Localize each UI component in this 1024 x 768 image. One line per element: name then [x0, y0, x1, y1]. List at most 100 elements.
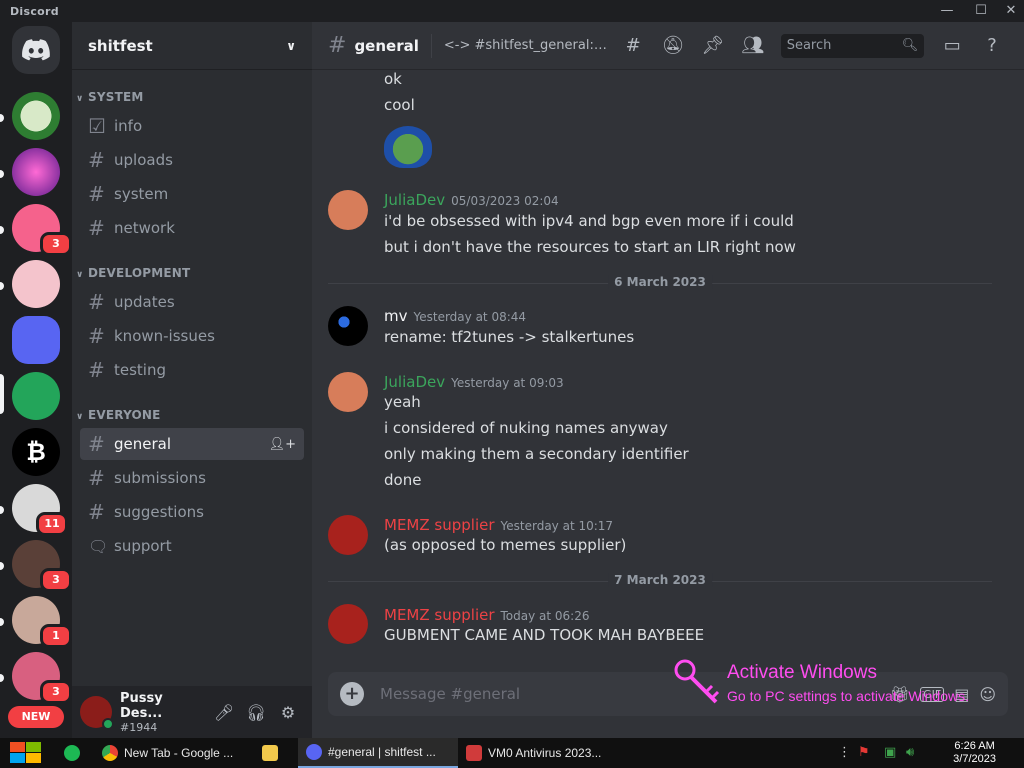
server-5[interactable]	[12, 316, 60, 364]
hash-icon: #	[328, 33, 347, 58]
chevron-down-icon: ∨	[76, 94, 84, 104]
message-header: mv Yesterday at 08:44	[384, 306, 526, 325]
channel-name: general	[354, 36, 419, 55]
avatar[interactable]	[328, 604, 368, 644]
author-name[interactable]: JuliaDev	[384, 373, 445, 391]
chevron-down-icon: ∨	[76, 412, 84, 422]
channel-network[interactable]: # network	[80, 212, 304, 244]
channel-updates[interactable]: # updates	[80, 286, 304, 318]
channel-support[interactable]: 🗨︎ support	[80, 530, 304, 562]
create-invite-icon[interactable]: 👤︎+	[269, 437, 296, 452]
avatar[interactable]	[328, 515, 368, 555]
taskbar-chrome[interactable]: New Tab - Google ...	[94, 738, 254, 768]
channel-submissions[interactable]: # submissions	[80, 462, 304, 494]
user-info[interactable]: Pussy Des... #1944	[120, 691, 208, 734]
server-4[interactable]	[12, 260, 60, 308]
user-tag: #1944	[120, 720, 158, 734]
inbox-icon[interactable]: ▭	[932, 35, 972, 56]
message-line: i'd be obsessed with ipv4 and bgp even m…	[384, 212, 794, 230]
chrome-icon	[102, 745, 118, 761]
message-line: yeah	[384, 393, 421, 411]
pin-icon[interactable]: 📌︎	[693, 35, 733, 56]
avatar[interactable]	[80, 696, 114, 730]
hash-icon: #	[88, 432, 105, 456]
minimize-button[interactable]: —	[936, 2, 958, 20]
server-2[interactable]	[12, 148, 60, 196]
category-system[interactable]: ∨ SYSTEM	[76, 90, 144, 104]
bitcoin-icon[interactable]: ₿	[12, 428, 60, 476]
forum-icon: 🗨︎	[88, 536, 109, 556]
guild-header[interactable]: shitfest ∨	[72, 22, 312, 70]
activate-windows-watermark: Activate Windows Go to PC settings to ac…	[672, 656, 1012, 712]
spotify-taskbar-icon[interactable]	[56, 738, 94, 768]
member-list-icon[interactable]: 👥︎	[733, 35, 773, 56]
spotify-icon	[64, 745, 80, 761]
settings-gear-icon[interactable]: ⚙	[272, 696, 304, 728]
date-divider: 6 March 2023	[328, 275, 992, 289]
volume-icon[interactable]: 🔊︎	[906, 745, 914, 760]
folder-icon	[262, 745, 278, 761]
rules-icon: ☑	[88, 114, 106, 138]
guild-name: shitfest	[88, 36, 153, 55]
date-divider: 7 March 2023	[328, 573, 992, 587]
message-header: MEMZ supplier Today at 06:26	[384, 605, 590, 624]
author-name[interactable]: MEMZ supplier	[384, 606, 495, 624]
start-button[interactable]	[0, 738, 56, 768]
channel-general[interactable]: # general 👤︎+	[80, 428, 304, 460]
author-name[interactable]: JuliaDev	[384, 191, 445, 209]
home-button[interactable]	[12, 26, 60, 74]
maximize-button[interactable]: ☐	[970, 2, 992, 20]
file-explorer-taskbar-icon[interactable]	[254, 738, 298, 768]
server-1[interactable]	[12, 92, 60, 140]
key-icon	[674, 659, 720, 704]
hash-icon: #	[88, 358, 105, 382]
message-line: only making them a secondary identifier	[384, 445, 689, 463]
timestamp: 05/03/2023 02:04	[451, 194, 559, 208]
taskbar-discord[interactable]: #general | shitfest ...	[298, 738, 458, 768]
channel-suggestions[interactable]: # suggestions	[80, 496, 304, 528]
channel-system[interactable]: # system	[80, 178, 304, 210]
system-clock[interactable]: 6:26 AM 3/7/2023	[953, 740, 996, 766]
unread-pip	[0, 506, 4, 514]
notification-bell-muted-icon[interactable]: 🔕︎	[653, 35, 693, 56]
headphones-icon[interactable]: 🎧︎	[240, 696, 272, 728]
avatar[interactable]	[328, 190, 368, 230]
unread-pip	[0, 226, 4, 234]
avatar[interactable]	[328, 372, 368, 412]
channel-info[interactable]: ☑ info	[80, 110, 304, 142]
search-input[interactable]: Search 🔍︎	[780, 33, 925, 58]
hash-icon: #	[88, 290, 105, 314]
message-line: but i don't have the resources to start …	[384, 238, 796, 256]
flag-icon[interactable]: ⚑	[858, 745, 870, 760]
unread-pip	[0, 170, 4, 178]
online-status-icon	[102, 718, 114, 730]
timestamp: Today at 06:26	[500, 609, 590, 623]
unread-pip	[0, 114, 4, 122]
channel-known-issues[interactable]: # known-issues	[80, 320, 304, 352]
channel-testing[interactable]: # testing	[80, 354, 304, 386]
message-line: ok	[384, 70, 402, 88]
category-development[interactable]: ∨ DEVELOPMENT	[76, 266, 190, 280]
message-line: GUBMENT CAME AND TOOK MAH BAYBEEE	[384, 626, 705, 644]
more-options-icon[interactable]: ⋮	[838, 745, 851, 760]
network-icon[interactable]: ▣	[884, 745, 896, 760]
avatar[interactable]	[328, 306, 368, 346]
server-list: 3 ₿ 11 3 1 3 NEW	[0, 22, 72, 738]
close-button[interactable]: ✕	[1000, 2, 1022, 20]
attach-plus-icon[interactable]: +	[340, 682, 364, 706]
pepe-sticker-image[interactable]	[384, 126, 432, 168]
taskbar-antivirus[interactable]: VM0 Antivirus 2023...	[458, 738, 614, 768]
microphone-icon[interactable]: 🎤︎	[208, 696, 240, 728]
chevron-down-icon: ∨	[286, 38, 296, 53]
author-name[interactable]: MEMZ supplier	[384, 516, 495, 534]
author-name[interactable]: mv	[384, 307, 408, 325]
threads-icon[interactable]: #	[613, 35, 653, 56]
help-icon[interactable]: ?	[972, 35, 1012, 56]
category-everyone[interactable]: ∨ EVERYONE	[76, 408, 161, 422]
channel-topic[interactable]: <-> #shitfest_general:cat...	[444, 38, 613, 53]
channel-uploads[interactable]: # uploads	[80, 144, 304, 176]
server-6[interactable]	[12, 372, 60, 420]
message-line: (as opposed to memes supplier)	[384, 536, 627, 554]
unread-pip	[0, 674, 4, 682]
new-unreads-pill[interactable]: NEW	[8, 706, 64, 728]
